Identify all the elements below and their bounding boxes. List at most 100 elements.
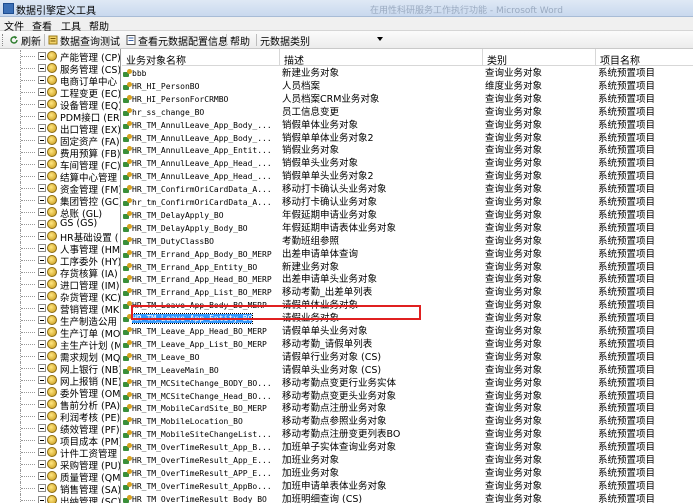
collapse-toggle-icon[interactable]	[38, 112, 46, 120]
tree-item[interactable]: 杂货管理 (KC)	[0, 290, 120, 304]
tree-item[interactable]: 设备管理 (EQ)	[0, 98, 120, 112]
tree-item[interactable]: 网上报销 (NE)	[0, 374, 120, 388]
collapse-toggle-icon[interactable]	[38, 136, 46, 144]
category-dropdown[interactable]: 元数据类别	[260, 33, 310, 48]
tree-item[interactable]: 质量管理 (QM)	[0, 470, 120, 484]
table-row[interactable]: HR_TM_Leave_App_List_BO_MERP 移动考勤_请假单列表 查询…	[122, 338, 693, 351]
collapse-toggle-icon[interactable]	[38, 304, 46, 312]
tree-item[interactable]: 车间管理 (FC)	[0, 158, 120, 172]
collapse-toggle-icon[interactable]	[38, 328, 46, 336]
tree-item[interactable]: GS (GS)	[0, 218, 120, 230]
tree-item[interactable]: 集团管控 (GC)	[0, 194, 120, 208]
tree-item[interactable]: 固定资产 (FA)	[0, 134, 120, 148]
table-row[interactable]: HR_TM_OverTimeResult_Body_BO 加班明细查询 (CS) 查…	[122, 493, 693, 503]
collapse-toggle-icon[interactable]	[38, 448, 46, 456]
collapse-toggle-icon[interactable]	[38, 268, 46, 276]
table-row[interactable]: HR_TM_OverTimeResult_AppBo... 加班申请单表体业务对象…	[122, 480, 693, 493]
tree-item[interactable]: 存货核算 (IA)	[0, 266, 120, 280]
table-row[interactable]: HR_TM_AnnulLeave_App_Head_... 销假单单头业务对象2 查…	[122, 170, 693, 183]
column-header-category[interactable]: 类别	[483, 49, 596, 66]
tree-item[interactable]: 出口管理 (EX)	[0, 122, 120, 136]
refresh-button[interactable]: 刷新	[9, 33, 41, 48]
table-row[interactable]: HR_TM_MobileCardSite_BO_MERP 移动考勤点注册业务对象 查…	[122, 402, 693, 415]
tree-item[interactable]: 结算中心管理	[0, 170, 120, 184]
tree-item[interactable]: 网上银行 (NB)	[0, 362, 120, 376]
collapse-toggle-icon[interactable]	[38, 52, 46, 60]
collapse-toggle-icon[interactable]	[38, 376, 46, 384]
collapse-toggle-icon[interactable]	[38, 364, 46, 372]
tree-item[interactable]: 委外管理 (OM)	[0, 386, 120, 400]
table-row[interactable]: HR_TM_OverTimeResult_App_B... 加班单子实体查询业务对…	[122, 441, 693, 454]
table-row[interactable]: HR_TM_DelayApply_Body_BO 年假延期申请表体业务对象 查询业务…	[122, 222, 693, 235]
collapse-toggle-icon[interactable]	[38, 124, 46, 132]
tree-item[interactable]: 售前分析 (PA)	[0, 398, 120, 412]
table-row[interactable]: HR_TM_AnnulLeave_App_Head_... 销假单头业务对象 查询业…	[122, 157, 693, 170]
collapse-toggle-icon[interactable]	[38, 232, 46, 240]
collapse-toggle-icon[interactable]	[38, 340, 46, 348]
collapse-toggle-icon[interactable]	[38, 472, 46, 480]
collapse-toggle-icon[interactable]	[38, 172, 46, 180]
tree-item[interactable]: 电商订单中心	[0, 74, 120, 88]
tree-item[interactable]: 工序委外 (HY)	[0, 254, 120, 268]
table-row[interactable]: HR_TM_DutyClassBO 考勤班组参照 查询业务对象 系统预置项目	[122, 235, 693, 248]
table-row[interactable]: HR_TM_AnnulLeave_App_Body_... 销假单体业务对象 查询业…	[122, 119, 693, 132]
table-row[interactable]: HR_TM_Leave_App_Body_BO_MERP 请假单体业务对象 查询业务…	[122, 299, 693, 312]
table-row[interactable]: HR_TM_LeaveMain_BO 请假单头业务对象 (CS) 查询业务对象 系统预…	[122, 364, 693, 377]
table-row[interactable]: HR_TM_DelayApply_BO 年假延期申请业务对象 查询业务对象 系统预置项…	[122, 209, 693, 222]
column-header-project[interactable]: 项目名称	[596, 49, 693, 66]
collapse-toggle-icon[interactable]	[38, 460, 46, 468]
view-config-button[interactable]: 查看元数据配置信息	[126, 33, 228, 48]
table-row[interactable]: bbb 新建业务对象 查询业务对象 系统预置项目	[122, 67, 693, 80]
collapse-toggle-icon[interactable]	[38, 196, 46, 204]
collapse-toggle-icon[interactable]	[38, 160, 46, 168]
tree-item[interactable]: 利润考核 (PE)	[0, 410, 120, 424]
table-row[interactable]: HR_TM_Leave_BO 请假单行业务对象 (CS) 查询业务对象 系统预置项目	[122, 351, 693, 364]
tree-item[interactable]: 生产制造公用	[0, 314, 120, 328]
table-row[interactable]: HR_TM_Errand_App_List_BO_MERP 移动考勤_出差单列表 查…	[122, 286, 693, 299]
table-row[interactable]: HR_HI_PersonBO 人员档案 维度业务对象 系统预置项目	[122, 80, 693, 93]
tree-item[interactable]: 服务管理 (CS)	[0, 62, 120, 76]
collapse-toggle-icon[interactable]	[38, 64, 46, 72]
collapse-toggle-icon[interactable]	[38, 388, 46, 396]
tree-item[interactable]: HR基础设置 (	[0, 230, 120, 244]
table-row[interactable]: HR_TM_Leave_App_Head_BO_MERP 请假单单头业务对象 查询业…	[122, 325, 693, 338]
collapse-toggle-icon[interactable]	[38, 316, 46, 324]
table-row[interactable]: HR_TM_MCSiteChange_Head_BO... 移动考勤点变更头业务对…	[122, 390, 693, 403]
tree-item[interactable]: 产能管理 (CP)	[0, 50, 120, 64]
table-row[interactable]: HR_TM_Leave_App_Entity_BO 请假业务对象 查询业务对象 系统预…	[122, 312, 693, 325]
collapse-toggle-icon[interactable]	[38, 484, 46, 492]
tree-item[interactable]: 需求规划 (MQ)	[0, 350, 120, 364]
tree-item[interactable]: 人事管理 (HM)	[0, 242, 120, 256]
table-row[interactable]: HR_TM_Errand_App_Body_BO_MERP 出差申请单体查询 查询业…	[122, 248, 693, 261]
collapse-toggle-icon[interactable]	[38, 280, 46, 288]
table-row[interactable]: HR_HI_PersonForCRMBO 人员档案CRM业务对象 查询业务对象 系统预…	[122, 93, 693, 106]
tree-item[interactable]: 采购管理 (PU)	[0, 458, 120, 472]
tree-item[interactable]: 资金管理 (FM)	[0, 182, 120, 196]
collapse-toggle-icon[interactable]	[38, 100, 46, 108]
table-row[interactable]: HR_TM_Errand_App_Head_BO_MERP 出差申请单头业务对象 查…	[122, 273, 693, 286]
table-row[interactable]: HR_TM_MobileSiteChangeList... 移动考勤点注册变更列表…	[122, 428, 693, 441]
tree-item[interactable]: PDM接口 (ER)	[0, 110, 120, 124]
collapse-toggle-icon[interactable]	[38, 220, 46, 228]
collapse-toggle-icon[interactable]	[38, 88, 46, 96]
collapse-toggle-icon[interactable]	[38, 496, 46, 503]
table-row[interactable]: HR_TM_MCSiteChange_BODY_BO... 移动考勤点变更行业务实…	[122, 377, 693, 390]
help-button[interactable]: 帮助	[230, 33, 250, 48]
table-row[interactable]: HR_TM_OverTimeResult_App_E... 加班业务对象 查询业务对…	[122, 454, 693, 467]
chevron-down-icon[interactable]	[377, 37, 383, 41]
table-row[interactable]: HR_TM_ConfirmOriCardData_A... 移动打卡确认头业务对象…	[122, 183, 693, 196]
tree-item[interactable]: 费用预算 (FB)	[0, 146, 120, 160]
collapse-toggle-icon[interactable]	[38, 244, 46, 252]
collapse-toggle-icon[interactable]	[38, 400, 46, 408]
collapse-toggle-icon[interactable]	[38, 412, 46, 420]
query-test-button[interactable]: 数据查询测试	[48, 33, 120, 48]
tree-item[interactable]: 项目成本 (PM)	[0, 434, 120, 448]
tree-item[interactable]: 生产订单 (MO)	[0, 326, 120, 340]
table-row[interactable]: hr_tm_ConfirmOriCardData_A... 移动打卡确认业务对象 查…	[122, 196, 693, 209]
collapse-toggle-icon[interactable]	[38, 424, 46, 432]
table-row[interactable]: hr_ss_change_BO 员工信息变更 查询业务对象 系统预置项目	[122, 106, 693, 119]
column-header-name[interactable]: 业务对象名称	[122, 49, 280, 66]
tree-item[interactable]: 绩效管理 (PF)	[0, 422, 120, 436]
collapse-toggle-icon[interactable]	[38, 352, 46, 360]
table-row[interactable]: HR_TM_OverTimeResult_APP_E... 加班业务对象 查询业务对…	[122, 467, 693, 480]
